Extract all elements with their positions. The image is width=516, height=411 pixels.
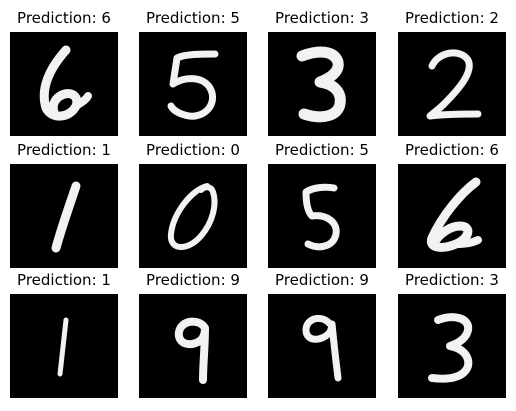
digit-image: [398, 32, 506, 136]
panel-10: Prediction: 9: [139, 268, 247, 398]
panel-5: Prediction: 1: [10, 138, 118, 268]
panel-4: Prediction: 2: [398, 6, 506, 136]
panel-8: Prediction: 6: [398, 138, 506, 268]
panel-7: Prediction: 5: [268, 138, 376, 268]
panel-title: Prediction: 1: [17, 271, 111, 289]
digit-image: [139, 294, 247, 398]
panel-title: Prediction: 3: [405, 271, 499, 289]
panel-title: Prediction: 6: [17, 9, 111, 27]
prediction-grid-figure: Prediction: 6 Prediction: 5 Prediction: …: [0, 0, 516, 411]
panel-title: Prediction: 9: [275, 271, 369, 289]
digit-image: [268, 32, 376, 136]
panel-title: Prediction: 2: [405, 9, 499, 27]
panel-2: Prediction: 5: [139, 6, 247, 136]
panel-12: Prediction: 3: [398, 268, 506, 398]
digit-image: [268, 164, 376, 268]
digit-image: [268, 294, 376, 398]
panel-1: Prediction: 6: [10, 6, 118, 136]
digit-image: [398, 164, 506, 268]
digit-image: [10, 164, 118, 268]
panel-title: Prediction: 3: [275, 9, 369, 27]
panel-title: Prediction: 5: [275, 141, 369, 159]
panel-3: Prediction: 3: [268, 6, 376, 136]
digit-image: [139, 164, 247, 268]
panel-title: Prediction: 0: [146, 141, 240, 159]
panel-6: Prediction: 0: [139, 138, 247, 268]
digit-image: [139, 32, 247, 136]
digit-image: [10, 32, 118, 136]
panel-title: Prediction: 9: [146, 271, 240, 289]
panel-11: Prediction: 9: [268, 268, 376, 398]
panel-title: Prediction: 5: [146, 9, 240, 27]
digit-image: [10, 294, 118, 398]
panel-title: Prediction: 1: [17, 141, 111, 159]
digit-image: [398, 294, 506, 398]
panel-title: Prediction: 6: [405, 141, 499, 159]
panel-9: Prediction: 1: [10, 268, 118, 398]
